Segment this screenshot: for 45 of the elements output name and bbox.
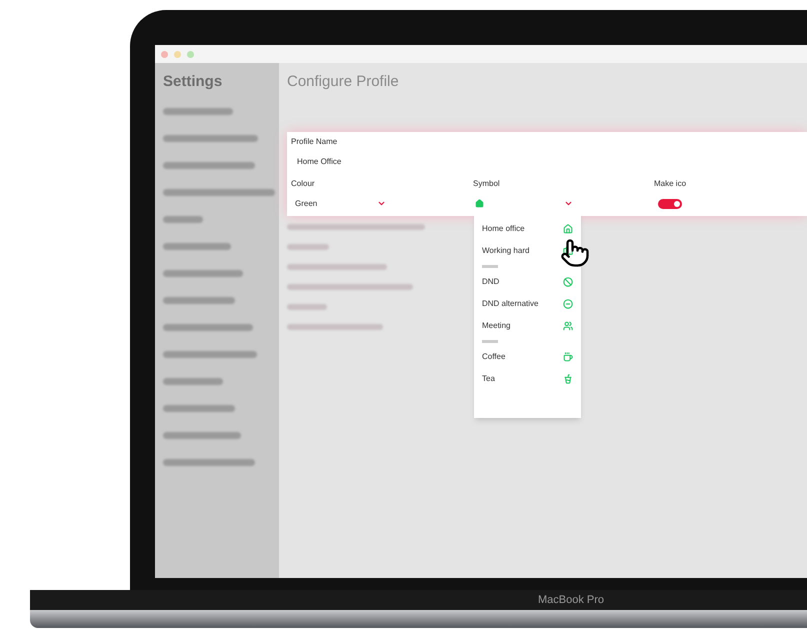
blurred-group-header-drawing [482,340,498,343]
symbol-menu-item[interactable]: DND alternative [482,293,573,315]
blurred-menu-item-drawing[interactable] [163,324,253,330]
blurred-menu-item-drawing[interactable] [163,188,275,196]
symbol-menu-item[interactable]: DND [482,271,573,293]
blurred-menu-item-drawing[interactable] [163,162,255,168]
symbol-icon [563,321,573,331]
symbol-icon [563,352,573,362]
profile-name-field[interactable]: Home Office [291,156,807,168]
blurred-menu-item-drawing[interactable] [163,378,223,384]
field-label: Make ico [654,178,688,190]
symbol-icon [563,374,573,384]
symbol-menu-item[interactable]: Coffee [482,346,573,368]
blurred-group-header-drawing [482,265,498,268]
caret-icon [564,199,573,208]
caret-icon [377,199,386,208]
device-label: MacBook Pro [538,592,604,608]
field-label: Profile Name [291,136,338,148]
blurred-menu-item-drawing[interactable] [163,108,233,114]
page-title: Configure Profile [287,72,400,92]
blurred-menu-item-drawing[interactable] [163,432,241,438]
symbol-icon [563,277,573,287]
blurred-menu-item-drawing[interactable] [163,270,243,276]
home-icon [475,199,484,208]
symbol-icon [563,246,573,256]
symbol-menu-item[interactable]: Meeting [482,315,573,337]
field-label: Symbol [473,178,501,190]
symbol-menu-item[interactable]: Home office [482,218,573,240]
toggle-switch[interactable] [658,198,682,208]
symbol-menu-item[interactable]: Tea [482,368,573,390]
blurred-menu-item-drawing[interactable] [163,216,203,222]
blurred-menu-item-drawing[interactable] [163,350,257,358]
blurred-text-drawing [287,304,327,310]
blurred-menu-item-drawing[interactable] [163,404,235,412]
symbol-icon [563,224,573,234]
colour-select[interactable]: Green [291,198,386,210]
symbol-icon [563,299,573,309]
blurred-menu-item-drawing[interactable] [163,242,231,250]
blurred-menu-item-drawing[interactable] [163,296,235,304]
sidebar-title: Settings [163,72,224,92]
blurred-menu-item-drawing[interactable] [163,134,258,142]
blurred-text-drawing [287,244,329,250]
field-label: Colour [291,178,316,190]
symbol-select[interactable] [473,198,573,210]
blurred-menu-item-drawing[interactable] [163,458,255,466]
